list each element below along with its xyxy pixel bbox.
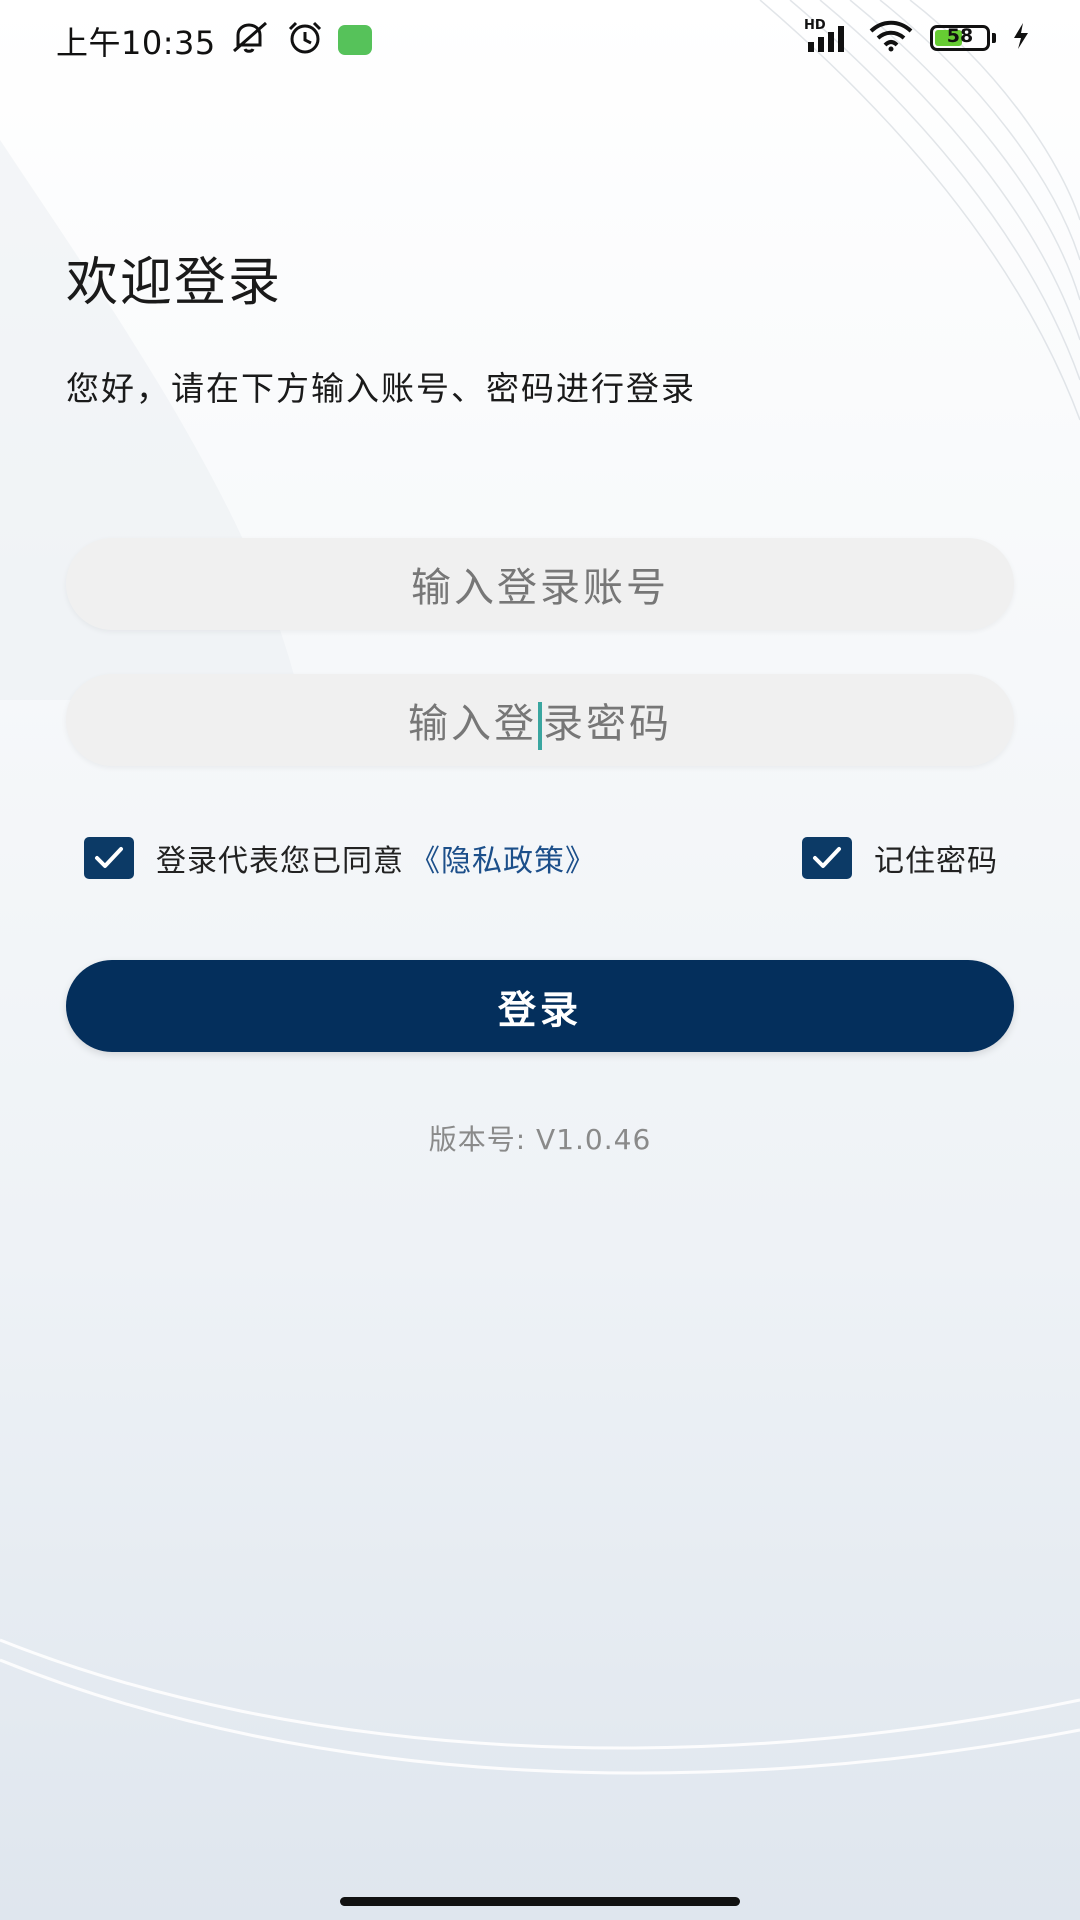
status-bar: 上午10:35 HD 58 [0,0,1080,80]
agreement-checkbox[interactable] [84,837,134,879]
password-placeholder: 输入登 录密码 [408,691,672,750]
battery-icon: 58 [930,25,990,51]
login-button[interactable]: 登录 [66,960,1014,1052]
password-input[interactable]: 输入登 录密码 [66,674,1014,766]
text-caret [538,701,542,750]
remember-row: 记住密码 [802,836,998,880]
status-time: 上午10:35 [56,24,216,62]
alarm-icon [286,20,324,60]
battery-level: 58 [946,25,974,47]
account-input[interactable]: 输入登录账号 [66,538,1014,630]
app-badge-icon [338,25,372,55]
privacy-policy-link[interactable]: 《隐私政策》 [410,836,596,880]
page-title: 欢迎登录 [66,253,283,313]
status-right-icons: HD 58 [804,18,1030,56]
version-label: 版本号: V1.0.46 [428,1123,652,1156]
password-placeholder-end: 录密码 [543,700,672,747]
status-left-icons [230,20,372,60]
account-placeholder: 输入登录账号 [411,565,669,611]
check-icon [813,847,841,868]
remember-checkbox[interactable] [802,837,852,879]
battery-cap [992,33,996,43]
signal-icon: HD [804,18,852,54]
charging-icon [1012,22,1030,54]
agreement-row: 登录代表您已同意 《隐私政策》 [84,836,596,880]
home-indicator[interactable] [340,1897,740,1906]
remember-label: 记住密码 [874,844,998,879]
mute-icon [230,21,272,59]
check-icon [95,847,123,868]
page-subtitle: 您好，请在下方输入账号、密码进行登录 [66,369,696,408]
wifi-icon [868,20,914,56]
agreement-label: 登录代表您已同意 [156,844,404,879]
password-placeholder-start: 输入登 [408,700,537,747]
